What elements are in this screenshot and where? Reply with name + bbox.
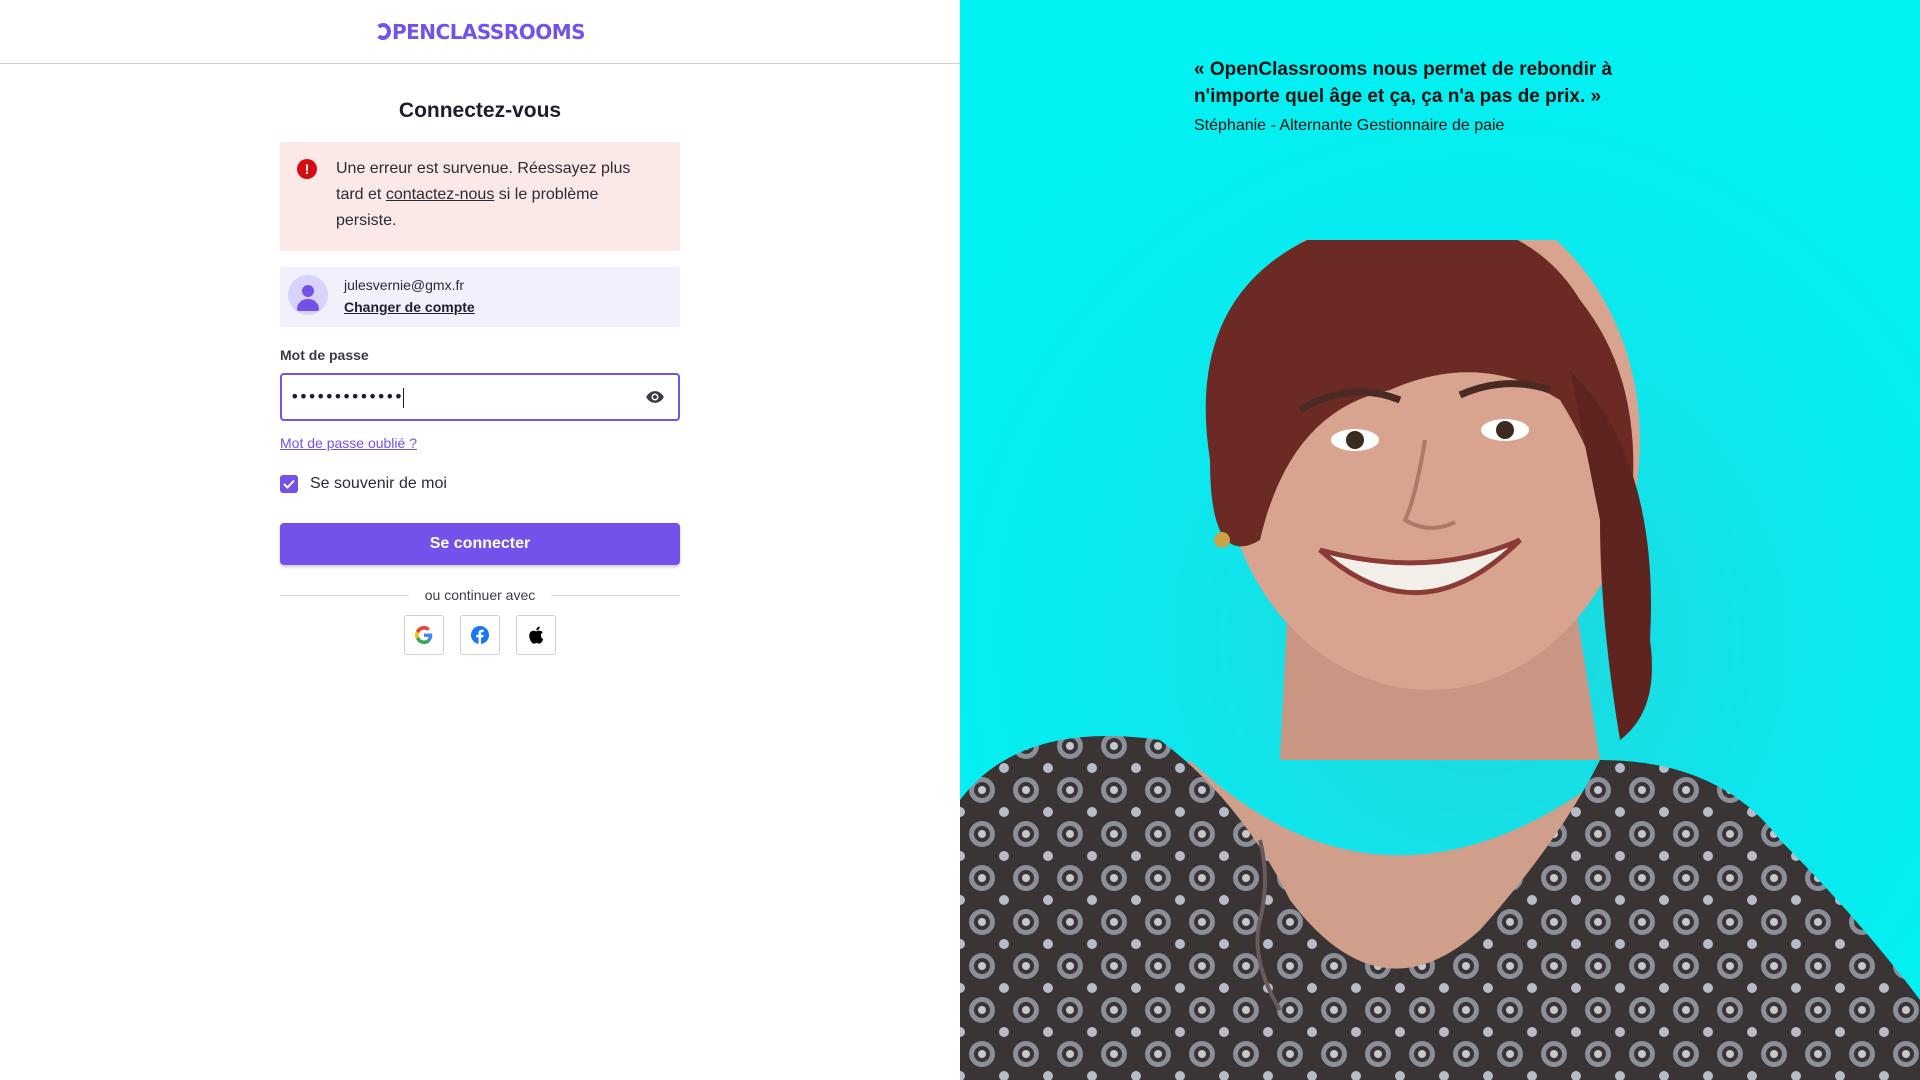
remember-me[interactable]: Se souvenir de moi	[280, 473, 680, 495]
remember-label: Se souvenir de moi	[310, 475, 447, 492]
error-alert: ! Une erreur est survenue. Réessayez plu…	[280, 142, 680, 251]
password-field[interactable]: •••••••••••••	[280, 373, 680, 421]
text-cursor	[403, 387, 405, 408]
logo-mark-icon	[374, 23, 391, 40]
facebook-icon	[471, 626, 489, 644]
user-avatar-icon	[288, 275, 328, 315]
divider-text: ou continuer avec	[424, 587, 536, 603]
testimonial-author: Stéphanie - Alternante Gestionnaire de p…	[1194, 117, 1505, 134]
alert-circle-icon: !	[297, 159, 317, 179]
facebook-login-button[interactable]	[460, 615, 500, 655]
change-account-link[interactable]: Changer de compte	[344, 299, 475, 315]
google-login-button[interactable]	[404, 615, 444, 655]
testimonial-portrait-image	[960, 240, 1920, 1080]
contact-link[interactable]: contactez-nous	[386, 186, 495, 203]
login-form: Connectez-vous ! Une erreur est survenue…	[280, 63, 680, 655]
account-email: julesvernie@gmx.fr	[344, 277, 465, 293]
apple-icon	[529, 626, 544, 644]
eye-icon[interactable]	[644, 387, 666, 407]
login-panel: PENCLASSROOMS Connectez-vous ! Une erreu…	[0, 0, 960, 1080]
password-label: Mot de passe	[280, 347, 369, 363]
remember-checkbox[interactable]	[280, 475, 298, 493]
account-card: julesvernie@gmx.fr Changer de compte	[280, 267, 680, 327]
login-button[interactable]: Se connecter	[280, 523, 680, 565]
testimonial-panel: « OpenClassrooms nous permet de rebondir…	[960, 0, 1920, 1080]
divider: ou continuer avec	[280, 585, 680, 605]
testimonial-quote: « OpenClassrooms nous permet de rebondir…	[1194, 59, 1613, 107]
check-icon	[283, 479, 295, 489]
apple-login-button[interactable]	[516, 615, 556, 655]
header: PENCLASSROOMS	[0, 0, 960, 64]
openclassrooms-logo[interactable]: PENCLASSROOMS	[374, 19, 586, 44]
forgot-password-link[interactable]: Mot de passe oublié ?	[280, 435, 680, 453]
password-input[interactable]: •••••••••••••	[290, 375, 630, 419]
page-title: Connectez-vous	[398, 99, 562, 122]
google-icon	[415, 626, 433, 644]
social-login-buttons	[280, 615, 680, 655]
logo-text: PENCLASSROOMS	[391, 19, 586, 44]
password-value: •••••••••••••	[290, 387, 403, 406]
